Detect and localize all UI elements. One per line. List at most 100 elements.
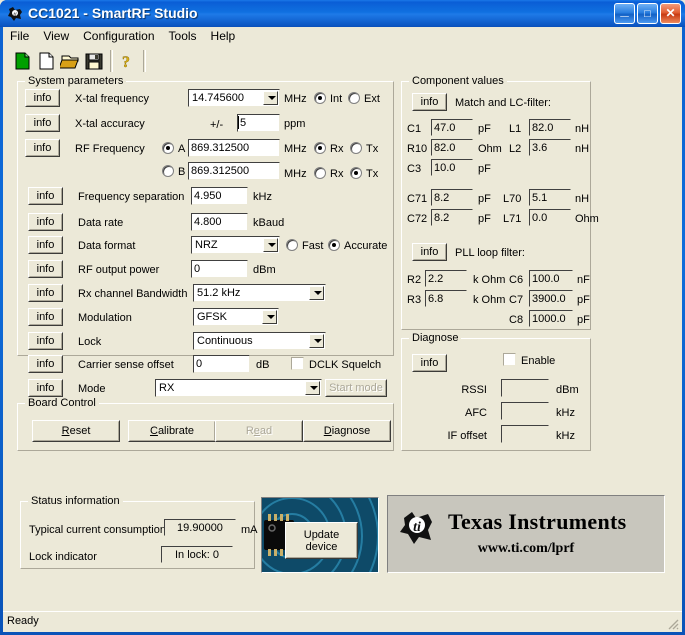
label-plus-minus: +/- [210,119,224,131]
component-input-c1[interactable]: 47.0 [431,119,473,136]
info-button-diagnose[interactable]: info [412,354,447,372]
info-button-xtal-frequency[interactable]: info [25,89,60,107]
radio-freq-a[interactable] [162,142,174,154]
component-input-c7[interactable]: 3900.0 [529,290,573,307]
component-value-c7: 3900.0 [532,292,566,305]
info-button-frequency-separation[interactable]: info [28,187,63,205]
info-button-data-format[interactable]: info [28,236,63,254]
data-format-combo[interactable]: NRZ [191,236,280,254]
radio-xtal-int[interactable] [314,92,326,104]
rf-output-power-input[interactable]: 0 [191,260,248,278]
component-unit-c72: pF [478,213,491,225]
component-input-r3[interactable]: 6.8 [425,290,467,307]
radio-b-tx[interactable] [350,167,362,179]
status-bar: Ready [3,611,682,632]
info-button-pll-loop-filter[interactable]: info [412,243,447,261]
menu-item-view[interactable]: View [36,27,76,45]
close-button[interactable]: ✕ [660,3,681,24]
mode-combo[interactable]: RX [155,379,322,397]
diagnose-enable-checkbox[interactable] [503,353,516,366]
component-input-c72[interactable]: 8.2 [431,209,473,226]
radio-a-tx[interactable] [350,142,362,154]
component-input-l2[interactable]: 3.6 [529,139,571,156]
close-icon: ✕ [665,6,676,20]
info-button-rx-channel-bandwidth[interactable]: info [28,284,63,302]
radio-xtal-ext[interactable] [348,92,360,104]
info-button-data-rate[interactable]: info [28,213,63,231]
chevron-down-icon[interactable] [305,381,320,395]
menu-item-help[interactable]: Help [204,27,243,45]
component-input-c8[interactable]: 1000.0 [529,310,573,327]
component-input-c3[interactable]: 10.0 [431,159,473,176]
component-input-c71[interactable]: 8.2 [431,189,473,206]
rx-channel-bandwidth-combo[interactable]: 51.2 kHz [193,284,326,302]
component-input-l1[interactable]: 82.0 [529,119,571,136]
info-button-match-lc-filter[interactable]: info [412,93,447,111]
modulation-combo[interactable]: GFSK [193,308,279,326]
component-label-r2: R2 [407,274,422,286]
xtal-accuracy-input[interactable]: 5 [237,114,280,132]
xtal-frequency-combo[interactable]: 14.745600 [188,89,280,107]
chevron-down-icon[interactable] [263,238,278,252]
menu-item-file[interactable]: File [3,27,36,45]
radio-a-rx[interactable] [314,142,326,154]
window-buttons: _ □ ✕ [612,3,681,25]
info-label: info [33,117,52,129]
carrier-sense-offset-input[interactable]: 0 [193,355,250,373]
menu-item-tools[interactable]: Tools [162,27,204,45]
info-button-carrier-sense-offset[interactable]: info [28,355,63,373]
radio-data-format-fast[interactable] [286,239,298,251]
chevron-down-icon[interactable] [263,91,278,105]
label-rf-output-power: RF output power [78,264,160,276]
component-input-r10[interactable]: 82.0 [431,139,473,156]
radio-b-rx[interactable] [314,167,326,179]
info-button-rf-output-power[interactable]: info [28,260,63,278]
calibrate-button[interactable]: Calibrate [128,420,216,442]
resize-grip-icon[interactable] [666,617,680,631]
component-label-l2: L2 [509,143,522,155]
rf-frequency-b-input[interactable]: 869.312500 [188,162,280,180]
start-mode-button[interactable]: Start mode [325,379,387,397]
help-button[interactable]: ? [115,50,138,72]
component-input-l70[interactable]: 5.1 [529,189,571,206]
info-button-lock[interactable]: info [28,332,63,350]
rf-frequency-b-value: 869.312500 [191,165,250,177]
status-information-legend: Status information [28,495,123,507]
new-document-button[interactable] [35,50,58,72]
reset-button[interactable]: Reset [32,420,120,442]
info-label: info [36,263,55,275]
rx-channel-bandwidth-value: 51.2 kHz [197,287,241,299]
diagnose-button[interactable]: Diagnose [303,420,391,442]
info-button-modulation[interactable]: info [28,308,63,326]
component-input-l71[interactable]: 0.0 [529,209,571,226]
chevron-down-icon[interactable] [309,286,324,300]
lock-combo[interactable]: Continuous [193,332,326,350]
chevron-down-icon[interactable] [262,310,277,324]
rf-frequency-a-input[interactable]: 869.312500 [188,139,280,157]
radio-freq-b[interactable] [162,165,174,177]
component-input-r2[interactable]: 2.2 [425,270,467,287]
info-button-rf-frequency[interactable]: info [25,139,60,157]
new-green-document-button[interactable] [11,50,34,72]
component-input-c6[interactable]: 100.0 [529,270,573,287]
frequency-separation-input[interactable]: 4.950 [191,187,248,205]
dclk-squelch-checkbox[interactable] [291,357,304,370]
radio-data-format-accurate[interactable] [328,239,340,251]
info-button-mode[interactable]: info [28,379,63,397]
lock-indicator-output: In lock: 0 [161,546,233,563]
save-button[interactable] [83,50,106,72]
update-device-button[interactable]: Update device [285,522,358,559]
label-rf-frequency: RF Frequency [75,143,145,155]
component-label-c8: C8 [509,314,524,326]
info-button-xtal-accuracy[interactable]: info [25,114,60,132]
label-rssi: RSSI [461,384,487,396]
read-button[interactable]: Read [215,420,303,442]
data-rate-input[interactable]: 4.800 [191,213,248,231]
open-folder-button[interactable] [58,50,82,72]
maximize-button[interactable]: □ [637,3,658,24]
data-rate-value: 4.800 [194,216,222,228]
xtal-frequency-value: 14.745600 [192,92,244,104]
menu-item-configuration[interactable]: Configuration [76,27,161,45]
minimize-button[interactable]: _ [614,3,635,24]
chevron-down-icon[interactable] [309,334,324,348]
